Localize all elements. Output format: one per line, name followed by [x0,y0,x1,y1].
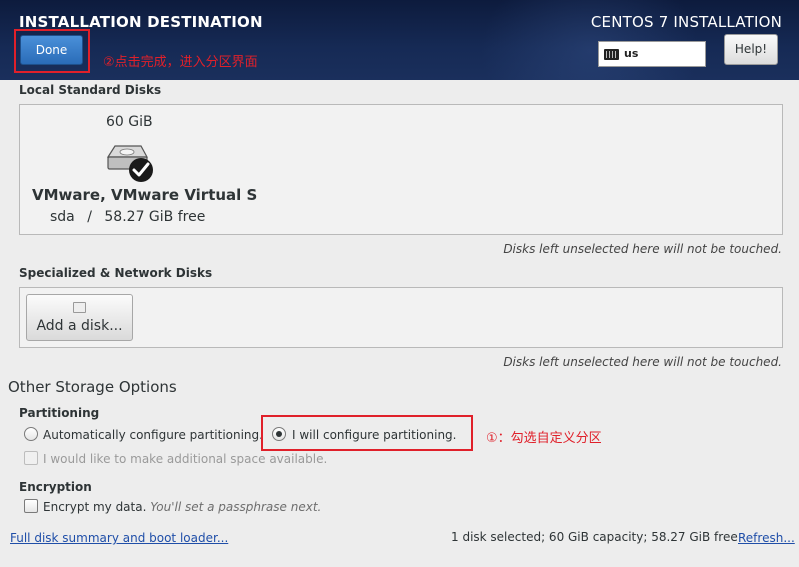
partitioning-label: Partitioning [19,406,100,420]
extra-space-checkbox[interactable] [24,451,38,465]
disk-size: 60 GiB [106,114,153,130]
keyboard-icon [604,49,619,60]
product-title: CENTOS 7 INSTALLATION [590,13,782,31]
keyboard-layout-indicator[interactable]: us [598,41,706,67]
manual-annotation: ①：勾选自定义分区 [486,431,602,446]
add-disk-button[interactable]: Add a disk... [26,294,133,341]
disk-name: VMware, VMware Virtual S [32,186,258,204]
disk-info: sda / 58.27 GiB free [50,209,205,225]
auto-partition-label[interactable]: Automatically configure partitioning. [43,428,263,442]
add-disk-icon [73,302,86,313]
harddisk-selected-icon [106,145,153,182]
disk-free: 58.27 GiB free [104,209,206,225]
refresh-link[interactable]: Refresh... [738,531,795,545]
network-disks-panel [19,287,783,348]
encryption-label: Encryption [19,480,92,494]
encrypt-option[interactable]: Encrypt my data. You'll set a passphrase… [43,500,321,514]
local-disks-label: Local Standard Disks [19,83,162,97]
done-highlight-box [14,29,90,73]
keyboard-layout-label: us [624,47,639,60]
disk-device: sda [50,209,75,225]
encrypt-checkbox[interactable] [24,499,38,513]
add-disk-label: Add a disk... [36,318,123,334]
disk-summary-link[interactable]: Full disk summary and boot loader... [10,531,228,545]
encrypt-label: Encrypt my data. [43,500,147,514]
local-disks-hint: Disks left unselected here will not be t… [503,242,782,256]
network-disks-hint: Disks left unselected here will not be t… [503,355,782,369]
manual-highlight-box [261,415,473,451]
extra-space-label: I would like to make additional space av… [43,452,328,466]
network-disks-label: Specialized & Network Disks [19,266,213,280]
done-annotation: ②点击完成，进入分区界面 [103,55,258,70]
auto-partition-radio[interactable] [24,427,38,441]
selection-summary: 1 disk selected; 60 GiB capacity; 58.27 … [451,530,738,544]
help-button[interactable]: Help! [724,34,778,65]
disk-separator: / [87,209,92,225]
other-storage-title: Other Storage Options [8,378,177,396]
passphrase-hint: You'll set a passphrase next. [150,500,322,514]
header-bar: INSTALLATION DESTINATION CENTOS 7 INSTAL… [0,0,799,80]
